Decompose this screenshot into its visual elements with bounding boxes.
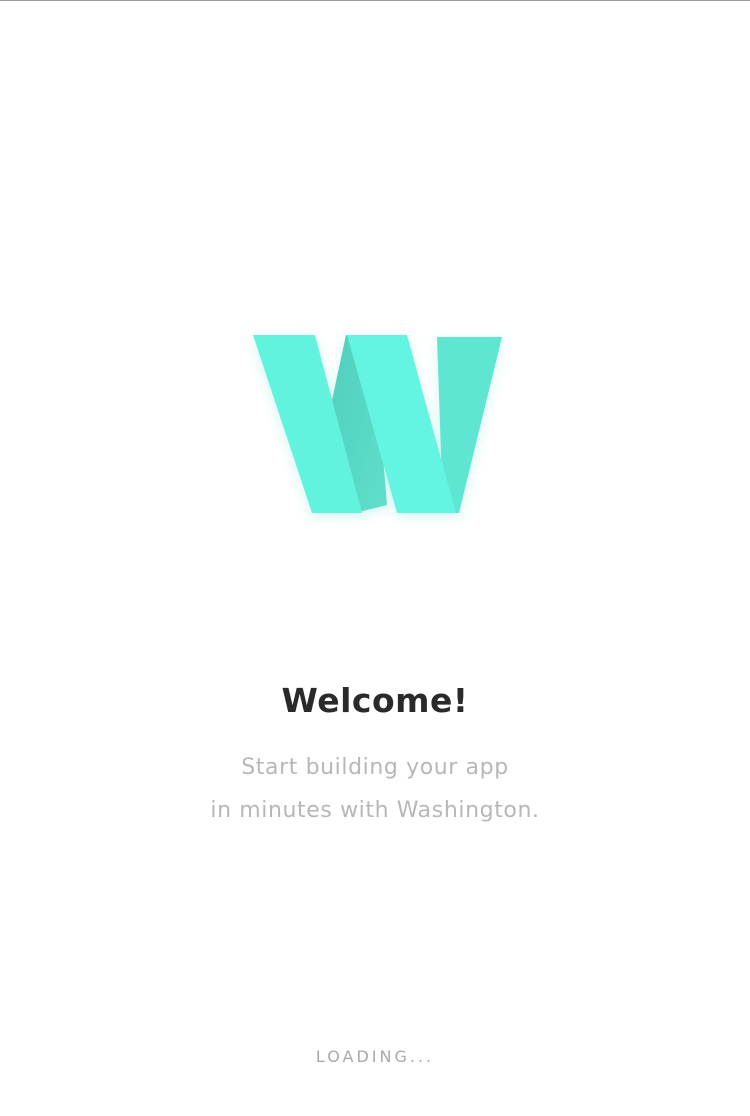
loading-indicator-label: LOADING... — [315, 1047, 435, 1066]
welcome-subtitle-line-2: in minutes with Washington. — [210, 798, 540, 823]
splash-screen: Welcome! Start building your app in minu… — [0, 0, 750, 1116]
top-divider — [0, 0, 750, 1]
welcome-title: Welcome! — [281, 681, 469, 720]
welcome-subtitle-line-1: Start building your app — [241, 755, 509, 780]
washington-w-logo-icon — [253, 335, 502, 513]
